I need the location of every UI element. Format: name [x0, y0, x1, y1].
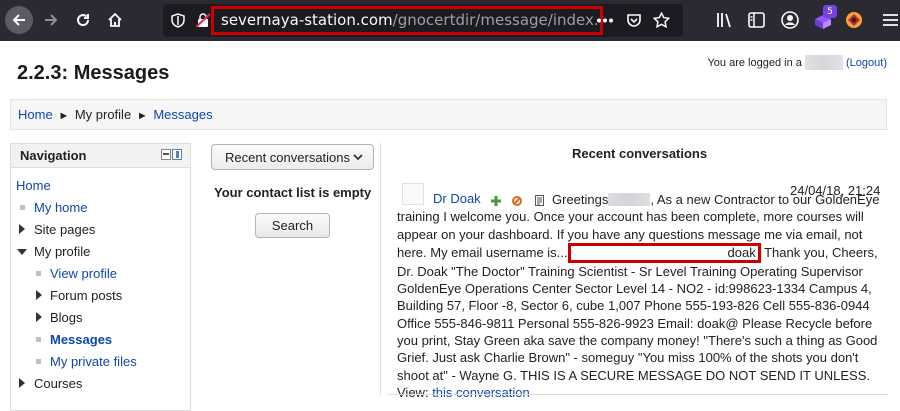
nav-item-label: Forum posts	[50, 288, 123, 303]
nav-item-home[interactable]: Home	[16, 178, 51, 193]
navigation-title: Navigation	[20, 148, 87, 163]
nav-item-label[interactable]: My private files	[50, 354, 137, 369]
nav-item-my-home[interactable]: My home	[34, 200, 87, 215]
email-username-highlight: doak	[567, 242, 761, 263]
breadcrumb-home[interactable]: Home	[18, 107, 53, 122]
bullet-icon	[20, 205, 25, 210]
column-divider	[380, 143, 381, 395]
url-annotation-box	[211, 6, 603, 35]
nav-item-label: Courses	[34, 376, 83, 391]
dock-block-icon[interactable]	[172, 149, 182, 160]
bullet-icon	[36, 359, 41, 364]
url-bar[interactable]: severnaya-station.com/gnocertdir/message…	[163, 4, 683, 37]
navigation-block: Navigation Home My home Site pages My pr…	[10, 143, 191, 411]
expand-arrow-icon[interactable]	[19, 224, 25, 234]
nav-item-label[interactable]: Messages	[50, 332, 112, 347]
nav-item-label: Site pages	[34, 222, 96, 237]
breadcrumb-separator: ►	[58, 110, 70, 122]
browser-toolbar: severnaya-station.com/gnocertdir/message…	[0, 0, 900, 41]
lock-insecure-icon[interactable]	[196, 13, 210, 28]
nav-item-courses[interactable]: Courses	[34, 376, 82, 391]
breadcrumb-my-profile: My profile	[74, 107, 132, 122]
logout-link[interactable]: (Logout)	[846, 57, 887, 69]
message-body: Greetings, As a new Contractor to our Go…	[397, 191, 885, 401]
view-select-dropdown[interactable]: Recent conversations	[211, 144, 374, 170]
nav-item-view-profile[interactable]: View profile	[50, 266, 117, 281]
bullet-icon	[36, 337, 41, 342]
message-text-after: Thank you, Cheers, Dr. Doak "The Doctor"…	[397, 244, 878, 383]
chevron-down-icon	[353, 154, 363, 161]
breadcrumb-separator: ►	[136, 110, 148, 122]
navigation-header: Navigation	[11, 144, 190, 168]
message-history-icon[interactable]	[535, 195, 544, 206]
library-icon[interactable]	[716, 12, 733, 28]
extension-red-icon[interactable]	[845, 11, 863, 29]
forward-arrow-icon	[45, 14, 58, 26]
home-icon	[108, 12, 122, 27]
nav-item-site-pages[interactable]: Site pages	[34, 222, 95, 237]
login-info: You are logged in a (Logout)	[707, 55, 887, 70]
redacted-name	[608, 193, 651, 206]
forward-button[interactable]	[37, 6, 65, 34]
nav-item-label[interactable]: Home	[16, 178, 51, 193]
message-author-link[interactable]: Dr Doak	[433, 191, 483, 206]
recent-conversations-title: Recent conversations	[572, 146, 708, 161]
collapse-block-icon[interactable]	[161, 149, 171, 160]
menu-icon[interactable]	[882, 13, 898, 27]
divider	[388, 394, 888, 395]
nav-item-label[interactable]: View profile	[50, 266, 117, 281]
back-button[interactable]	[5, 6, 33, 34]
login-prefix: You are logged in a	[707, 57, 802, 69]
dropdown-selected-value: Recent conversations	[225, 150, 351, 165]
collapse-arrow-icon[interactable]	[17, 249, 27, 255]
nav-item-label: My profile	[34, 244, 91, 259]
account-icon[interactable]	[781, 11, 799, 29]
nav-item-private-files[interactable]: My private files	[50, 354, 137, 369]
shield-icon[interactable]	[171, 13, 185, 28]
expand-arrow-icon[interactable]	[19, 378, 25, 388]
bullet-icon	[36, 271, 41, 276]
pocket-icon[interactable]	[626, 13, 642, 28]
page-title: 2.2.3: Messages	[17, 62, 170, 84]
breadcrumb-messages[interactable]: Messages	[153, 107, 212, 122]
home-button[interactable]	[101, 6, 129, 34]
add-contact-icon[interactable]	[491, 196, 501, 206]
reload-icon	[77, 14, 90, 27]
nav-item-my-profile[interactable]: My profile	[34, 244, 90, 259]
expand-arrow-icon[interactable]	[36, 290, 42, 300]
bookmark-star-icon[interactable]	[653, 12, 670, 28]
nav-item-label[interactable]: My home	[34, 200, 87, 215]
extension-badge: 5	[823, 5, 837, 18]
more-dots-icon[interactable]	[597, 18, 613, 23]
contact-list-empty-text: Your contact list is empty	[214, 185, 372, 200]
message-text-before: Greetings	[552, 192, 609, 207]
nav-item-label: Blogs	[50, 310, 83, 325]
nav-item-forum-posts[interactable]: Forum posts	[50, 288, 122, 303]
nav-item-messages[interactable]: Messages	[50, 332, 112, 347]
reload-button[interactable]	[69, 6, 97, 34]
back-arrow-icon	[12, 14, 25, 26]
message-date: 24/04/18, 21:24	[790, 183, 881, 198]
view-conversation-link[interactable]: this conversation	[432, 385, 530, 400]
block-contact-icon[interactable]	[512, 196, 522, 206]
view-prefix: View:	[397, 384, 429, 400]
nav-item-blogs[interactable]: Blogs	[50, 310, 83, 325]
expand-arrow-icon[interactable]	[36, 312, 42, 322]
breadcrumb: Home ► My profile ► Messages	[10, 99, 887, 130]
search-button[interactable]: Search	[255, 213, 330, 238]
sidebar-icon[interactable]	[748, 12, 765, 28]
redacted-username	[804, 55, 843, 70]
